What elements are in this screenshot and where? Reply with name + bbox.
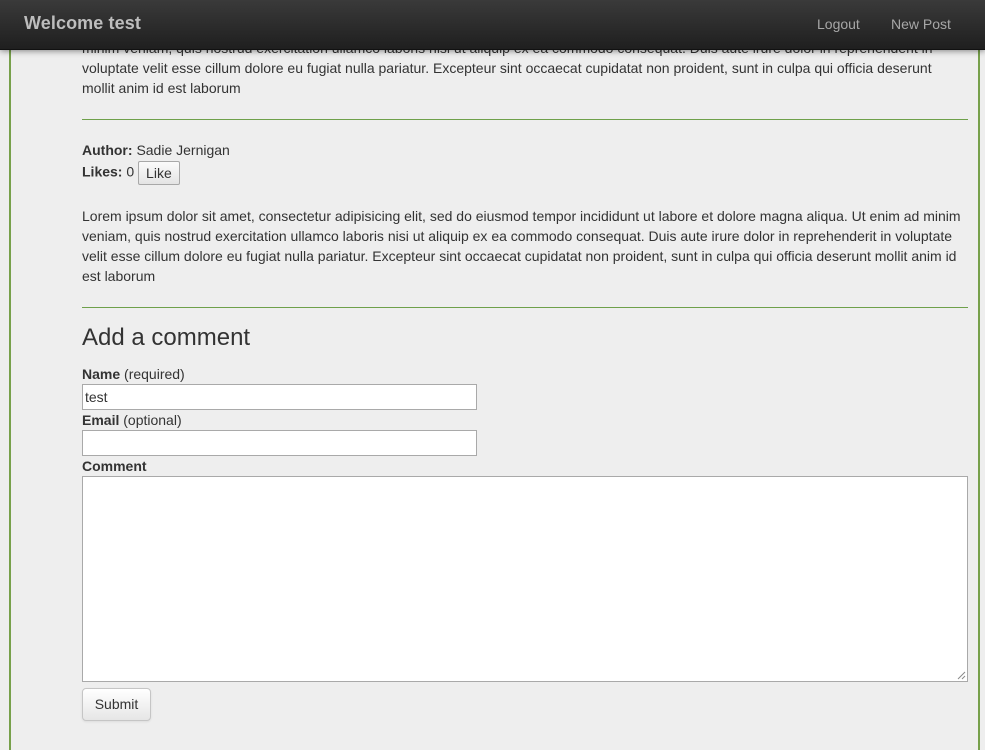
submit-button[interactable]: Submit [82,688,151,721]
author-label: Author: [82,142,133,158]
post-likes: Likes: 0 Like [82,161,180,185]
content-frame: minim veniam, quis nostrud exercitation … [9,0,980,750]
page: minim veniam, quis nostrud exercitation … [0,0,985,750]
name-label-text: Name [82,366,121,382]
comment-divider [82,307,968,308]
name-label-note: (required) [124,366,185,382]
email-label-text: Email [82,412,120,428]
post-body: Lorem ipsum dolor sit amet, consectetur … [82,206,968,286]
likes-label: Likes: [82,163,123,180]
likes-count: 0 [126,163,135,180]
email-label: Email (optional) [82,412,182,428]
logout-link[interactable]: Logout [817,16,860,32]
name-label: Name (required) [82,366,185,382]
resize-grip-icon[interactable] [957,671,966,680]
brand-title[interactable]: Welcome test [24,13,141,34]
post-divider [82,119,968,120]
email-label-note: (optional) [123,412,182,428]
comment-label-text: Comment [82,458,147,474]
comment-label: Comment [82,458,147,474]
name-field[interactable]: test [82,384,477,410]
post-author: Author: Sadie Jernigan [82,140,230,160]
top-navbar: Welcome test Logout New Post [0,0,985,50]
comment-textarea[interactable] [82,476,968,682]
like-button[interactable]: Like [138,161,180,185]
new-post-link[interactable]: New Post [891,16,951,32]
post-body-text: Lorem ipsum dolor sit amet, consectetur … [82,208,961,284]
add-comment-heading: Add a comment [82,324,251,351]
email-field[interactable] [82,430,477,456]
author-name: Sadie Jernigan [136,142,230,158]
